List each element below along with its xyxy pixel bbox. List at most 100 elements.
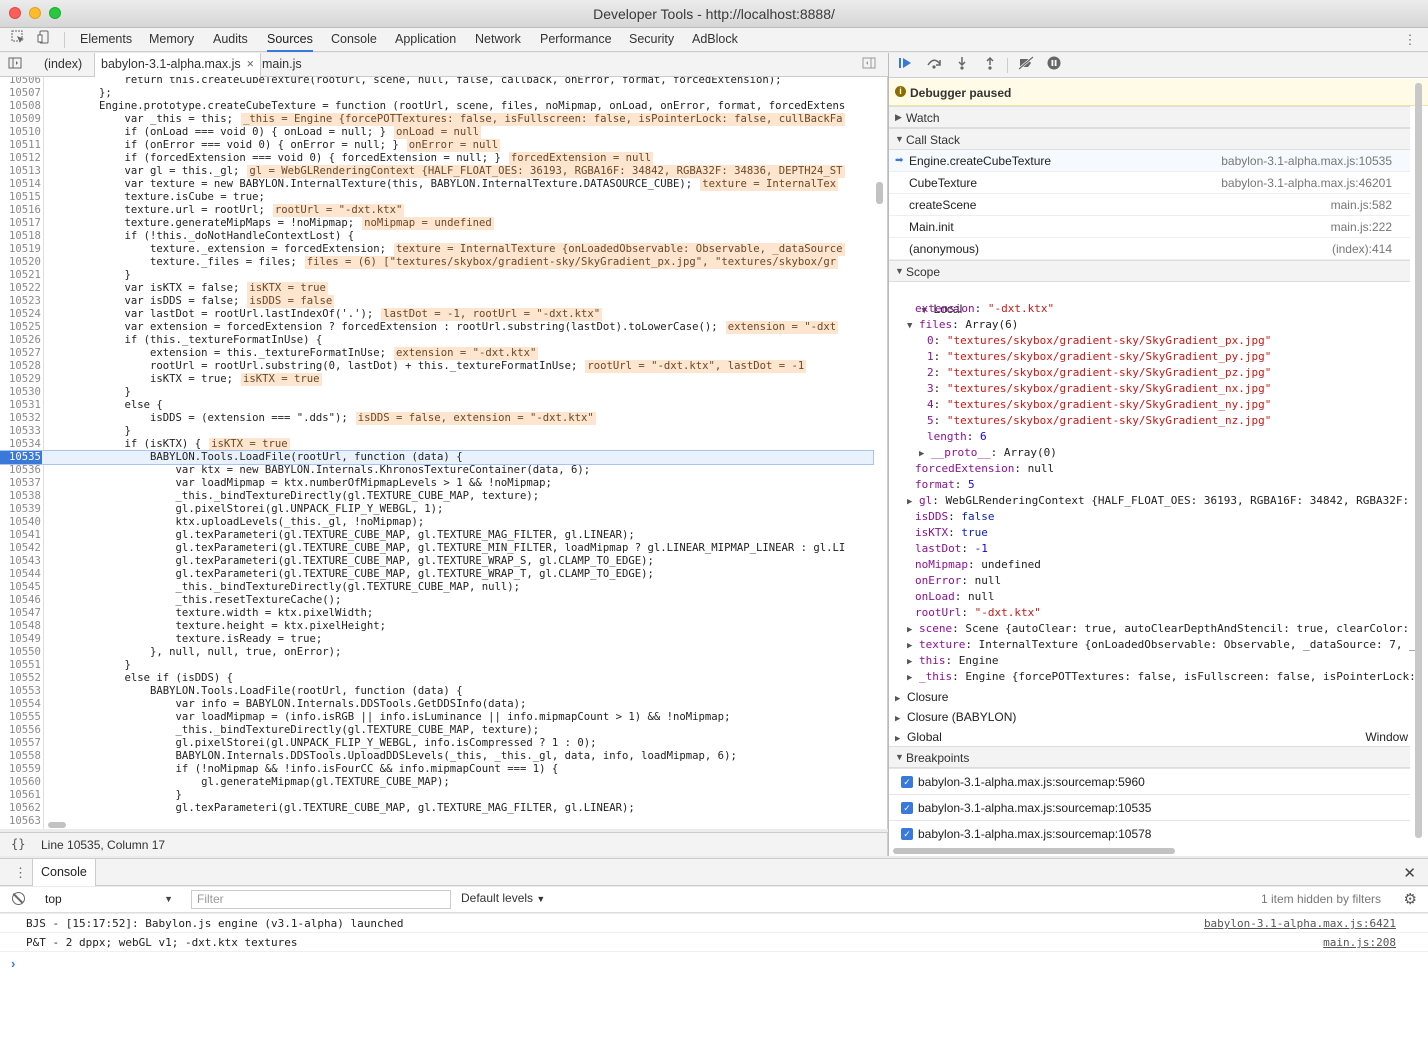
expand-arrow-icon[interactable]: ▶ (919, 449, 924, 459)
line-number[interactable]: 10508 (0, 100, 42, 113)
scope-group[interactable]: ▶ Global Window (895, 729, 1410, 745)
line-number[interactable]: 10514 (0, 178, 42, 191)
scope-variable[interactable]: ▶ scene: Scene {autoClear: true, autoCle… (907, 621, 1409, 637)
tab-memory[interactable]: Memory (149, 28, 194, 52)
line-number[interactable]: 10550 (0, 646, 42, 659)
tab-elements[interactable]: Elements (80, 28, 132, 52)
line-number[interactable]: 10517 (0, 217, 42, 230)
more-menu-icon[interactable]: ⋮ (1400, 30, 1420, 50)
line-number[interactable]: 10561 (0, 789, 42, 802)
breakpoint-item[interactable]: ✓ babylon-3.1-alpha.max.js:sourcemap:1053… (889, 794, 1410, 820)
scope-variable[interactable]: lastDot: -1 (915, 541, 988, 557)
call-stack-frame[interactable]: CubeTexture babylon-3.1-alpha.max.js:4620… (889, 172, 1410, 194)
line-number[interactable]: 10546 (0, 594, 42, 607)
call-stack-section-header[interactable]: ▼ Call Stack (889, 128, 1410, 150)
message-source-link[interactable]: main.js:208 (1323, 933, 1396, 952)
collapse-arrow-icon[interactable]: ▼ (907, 321, 912, 331)
line-number[interactable]: 10558 (0, 750, 42, 763)
expand-arrow-icon[interactable]: ▶ (907, 497, 912, 507)
line-number[interactable]: 10515 (0, 191, 42, 204)
breakpoints-section-header[interactable]: ▼ Breakpoints (889, 746, 1410, 768)
line-number[interactable]: 10506 (0, 77, 42, 87)
scope-variable[interactable]: onError: null (915, 573, 1001, 589)
line-number[interactable]: 10559 (0, 763, 42, 776)
frame-location[interactable]: babylon-3.1-alpha.max.js:10535 (1221, 154, 1392, 168)
scope-variable[interactable]: extension: "-dxt.ktx" (915, 301, 1054, 317)
console-prompt-icon[interactable]: › (11, 956, 15, 971)
line-number[interactable]: 10529 (0, 373, 42, 386)
pause-on-exceptions-icon[interactable] (1043, 56, 1065, 74)
line-number[interactable]: 10512 (0, 152, 42, 165)
line-number[interactable]: 10552 (0, 672, 42, 685)
expand-arrow-icon[interactable]: ▶ (907, 657, 912, 667)
tab-console[interactable]: Console (331, 28, 377, 52)
code-editor[interactable]: 10506 return this.createCubeTexture(root… (0, 77, 888, 829)
line-number[interactable]: 10557 (0, 737, 42, 750)
breakpoint-checkbox[interactable]: ✓ (901, 776, 913, 788)
call-stack-frame[interactable]: (anonymous) (index):414 (889, 238, 1410, 260)
line-number[interactable]: 10520 (0, 256, 42, 269)
line-number[interactable]: 10533 (0, 425, 42, 438)
line-number[interactable]: 10510 (0, 126, 42, 139)
scope-variable[interactable]: noMipmap: undefined (915, 557, 1041, 573)
tab-adblock[interactable]: AdBlock (692, 28, 738, 52)
line-number[interactable]: 10532 (0, 412, 42, 425)
expand-arrow-icon[interactable]: ▶ (907, 641, 912, 651)
inspect-element-icon[interactable] (8, 30, 28, 50)
tab-audits[interactable]: Audits (213, 28, 248, 52)
tab-network[interactable]: Network (475, 28, 521, 52)
line-number[interactable]: 10542 (0, 542, 42, 555)
scope-variable[interactable]: onLoad: null (915, 589, 995, 605)
scope-variable[interactable]: format: 5 (915, 477, 975, 493)
device-toolbar-icon[interactable] (34, 30, 54, 50)
frame-location[interactable]: main.js:582 (1331, 198, 1392, 212)
scope-variable[interactable]: ▼ files: Array(6) (907, 317, 1018, 333)
line-number[interactable]: 10511 (0, 139, 42, 152)
log-levels-dropdown[interactable]: Default levels ▼ (461, 891, 545, 905)
line-number[interactable]: 10519 (0, 243, 42, 256)
frame-location[interactable]: (index):414 (1332, 242, 1392, 256)
deactivate-breakpoints-icon[interactable] (1015, 56, 1037, 74)
scope-variable[interactable]: 1: "textures/skybox/gradient-sky/SkyGrad… (927, 349, 1271, 365)
line-number[interactable]: 10560 (0, 776, 42, 789)
scope-variable[interactable]: 3: "textures/skybox/gradient-sky/SkyGrad… (927, 381, 1271, 397)
line-number[interactable]: 10518 (0, 230, 42, 243)
line-number[interactable]: 10549 (0, 633, 42, 646)
line-number[interactable]: 10540 (0, 516, 42, 529)
scope-local-header[interactable]: ▼ Local (895, 285, 963, 316)
tab-sources[interactable]: Sources (267, 28, 313, 52)
tab-application[interactable]: Application (395, 28, 456, 52)
line-number[interactable]: 10548 (0, 620, 42, 633)
line-number[interactable]: 10537 (0, 477, 42, 490)
line-number[interactable]: 10528 (0, 360, 42, 373)
toggle-navigator-icon[interactable] (8, 56, 26, 74)
scope-variable[interactable]: ▶ __proto__: Array(0) (919, 445, 1057, 461)
line-number[interactable]: 10538 (0, 490, 42, 503)
line-number[interactable]: 10556 (0, 724, 42, 737)
line-number[interactable]: 10543 (0, 555, 42, 568)
message-source-link[interactable]: babylon-3.1-alpha.max.js:6421 (1204, 914, 1396, 933)
close-drawer-icon[interactable]: ✕ (1403, 864, 1416, 882)
scope-group[interactable]: ▶ Closure (895, 689, 1410, 705)
expand-arrow-icon[interactable]: ▶ (907, 625, 912, 635)
scope-section-header[interactable]: ▼ Scope (889, 260, 1410, 282)
pretty-print-button[interactable]: {} (11, 837, 25, 851)
breakpoint-checkbox[interactable]: ✓ (901, 802, 913, 814)
file-tab-babylon[interactable]: babylon-3.1-alpha.max.js × (94, 53, 261, 77)
toggle-debugger-icon[interactable] (862, 56, 880, 74)
line-number[interactable]: 10534 (0, 438, 42, 451)
resume-icon[interactable] (895, 56, 917, 74)
line-number[interactable]: 10554 (0, 698, 42, 711)
line-number[interactable]: 10545 (0, 581, 42, 594)
breakpoint-item[interactable]: ✓ babylon-3.1-alpha.max.js:sourcemap:1057… (889, 820, 1410, 846)
line-number[interactable]: 10527 (0, 347, 42, 360)
scope-variable[interactable]: ▶ texture: InternalTexture {onLoadedObse… (907, 637, 1416, 653)
sidebar-vertical-scrollbar[interactable] (1415, 83, 1422, 838)
call-stack-frame[interactable]: Main.init main.js:222 (889, 216, 1410, 238)
call-stack-frame[interactable]: createScene main.js:582 (889, 194, 1410, 216)
line-number[interactable]: 10522 (0, 282, 42, 295)
line-number[interactable]: 10516 (0, 204, 42, 217)
scope-variable[interactable]: rootUrl: "-dxt.ktx" (915, 605, 1041, 621)
step-out-icon[interactable] (979, 56, 1001, 74)
gear-icon[interactable]: ⚙ (1404, 890, 1417, 908)
